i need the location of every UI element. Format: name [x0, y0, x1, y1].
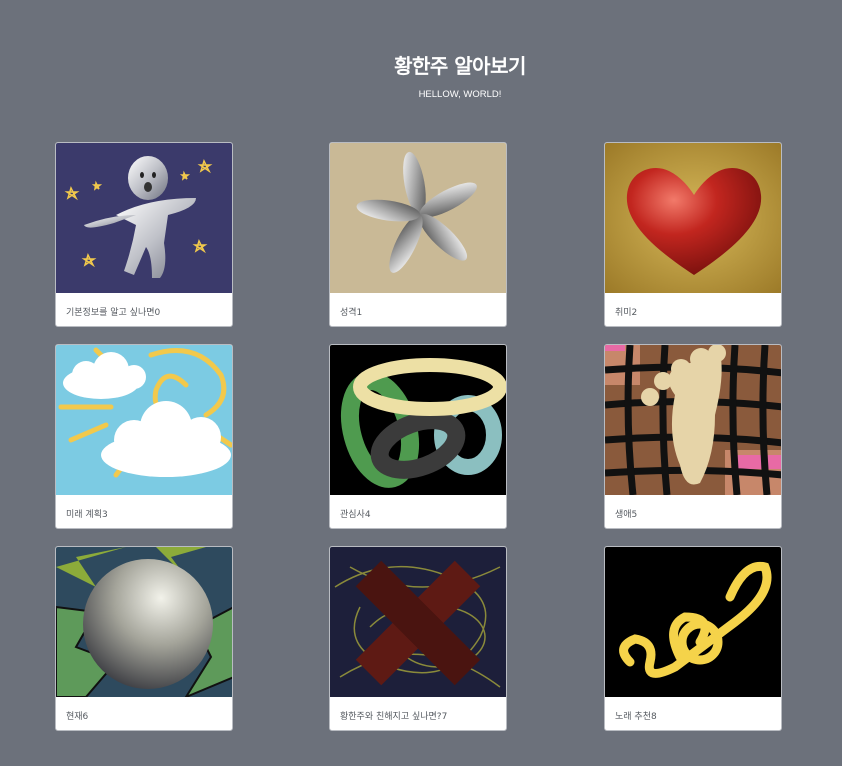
- card-present[interactable]: 현재6: [55, 546, 233, 731]
- card-get-close[interactable]: 황한주와 친해지고 싶나면?7: [329, 546, 507, 731]
- card-label: 관심사4: [340, 510, 371, 520]
- card-future-plan[interactable]: 미래 계획3: [55, 344, 233, 529]
- card-interests[interactable]: 관심사4: [329, 344, 507, 529]
- tangled-rings-icon: [330, 345, 506, 495]
- card-hobby[interactable]: 취미2: [604, 142, 782, 327]
- red-heart-icon: [605, 143, 781, 293]
- sphere-icon: [56, 547, 232, 697]
- clouds-sun-icon: [56, 345, 232, 495]
- silver-figure-icon: [56, 143, 232, 293]
- card-basic-info[interactable]: 기본정보를 알고 싶나면0: [55, 142, 233, 327]
- card-label: 취미2: [615, 308, 638, 318]
- card-label: 현재6: [66, 712, 89, 722]
- card-label: 황한주와 친해지고 싶나면?7: [340, 712, 448, 722]
- card-label: 생애5: [615, 510, 638, 520]
- treble-clef-icon: [605, 547, 781, 697]
- card-label: 성격1: [340, 308, 363, 318]
- card-label: 미래 계획3: [66, 510, 108, 520]
- foot-icon: [605, 345, 781, 495]
- card-label: 기본정보를 알고 싶나면0: [66, 308, 161, 318]
- x-shape-icon: [330, 547, 506, 697]
- card-life[interactable]: 생애5: [604, 344, 782, 529]
- page-subtitle: HELLOW, WORLD!: [418, 89, 502, 100]
- silver-flower-icon: [330, 143, 506, 293]
- card-personality[interactable]: 성격1: [329, 142, 507, 327]
- page-title: 황한주 알아보기: [394, 54, 526, 78]
- card-song-recommendation[interactable]: 노래 추천8: [604, 546, 782, 731]
- card-label: 노래 추천8: [615, 712, 657, 722]
